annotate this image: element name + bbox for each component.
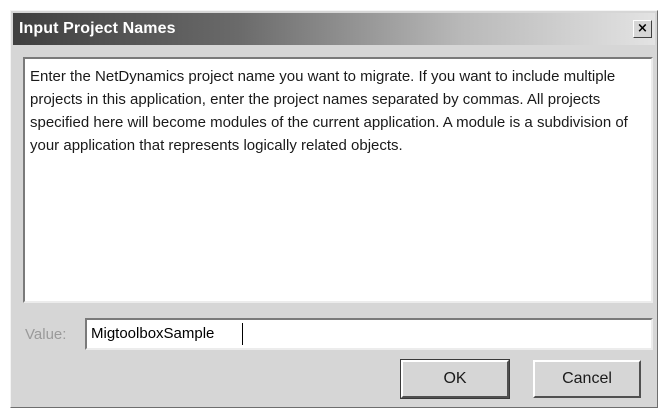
instructions-text-area: Enter the NetDynamics project name you w…	[23, 57, 653, 303]
value-input[interactable]: MigtoolboxSample	[85, 318, 653, 350]
value-input-text: MigtoolboxSample	[91, 325, 215, 342]
dialog-title: Input Project Names	[19, 20, 176, 37]
cancel-button[interactable]: Cancel	[533, 360, 641, 398]
title-bar[interactable]: Input Project Names ×	[13, 13, 655, 45]
close-icon[interactable]: ×	[633, 20, 652, 38]
ok-button[interactable]: OK	[400, 359, 510, 399]
input-project-names-dialog: Input Project Names × Enter the NetDynam…	[10, 10, 658, 408]
text-caret	[242, 323, 243, 345]
value-label: Value:	[25, 326, 67, 343]
